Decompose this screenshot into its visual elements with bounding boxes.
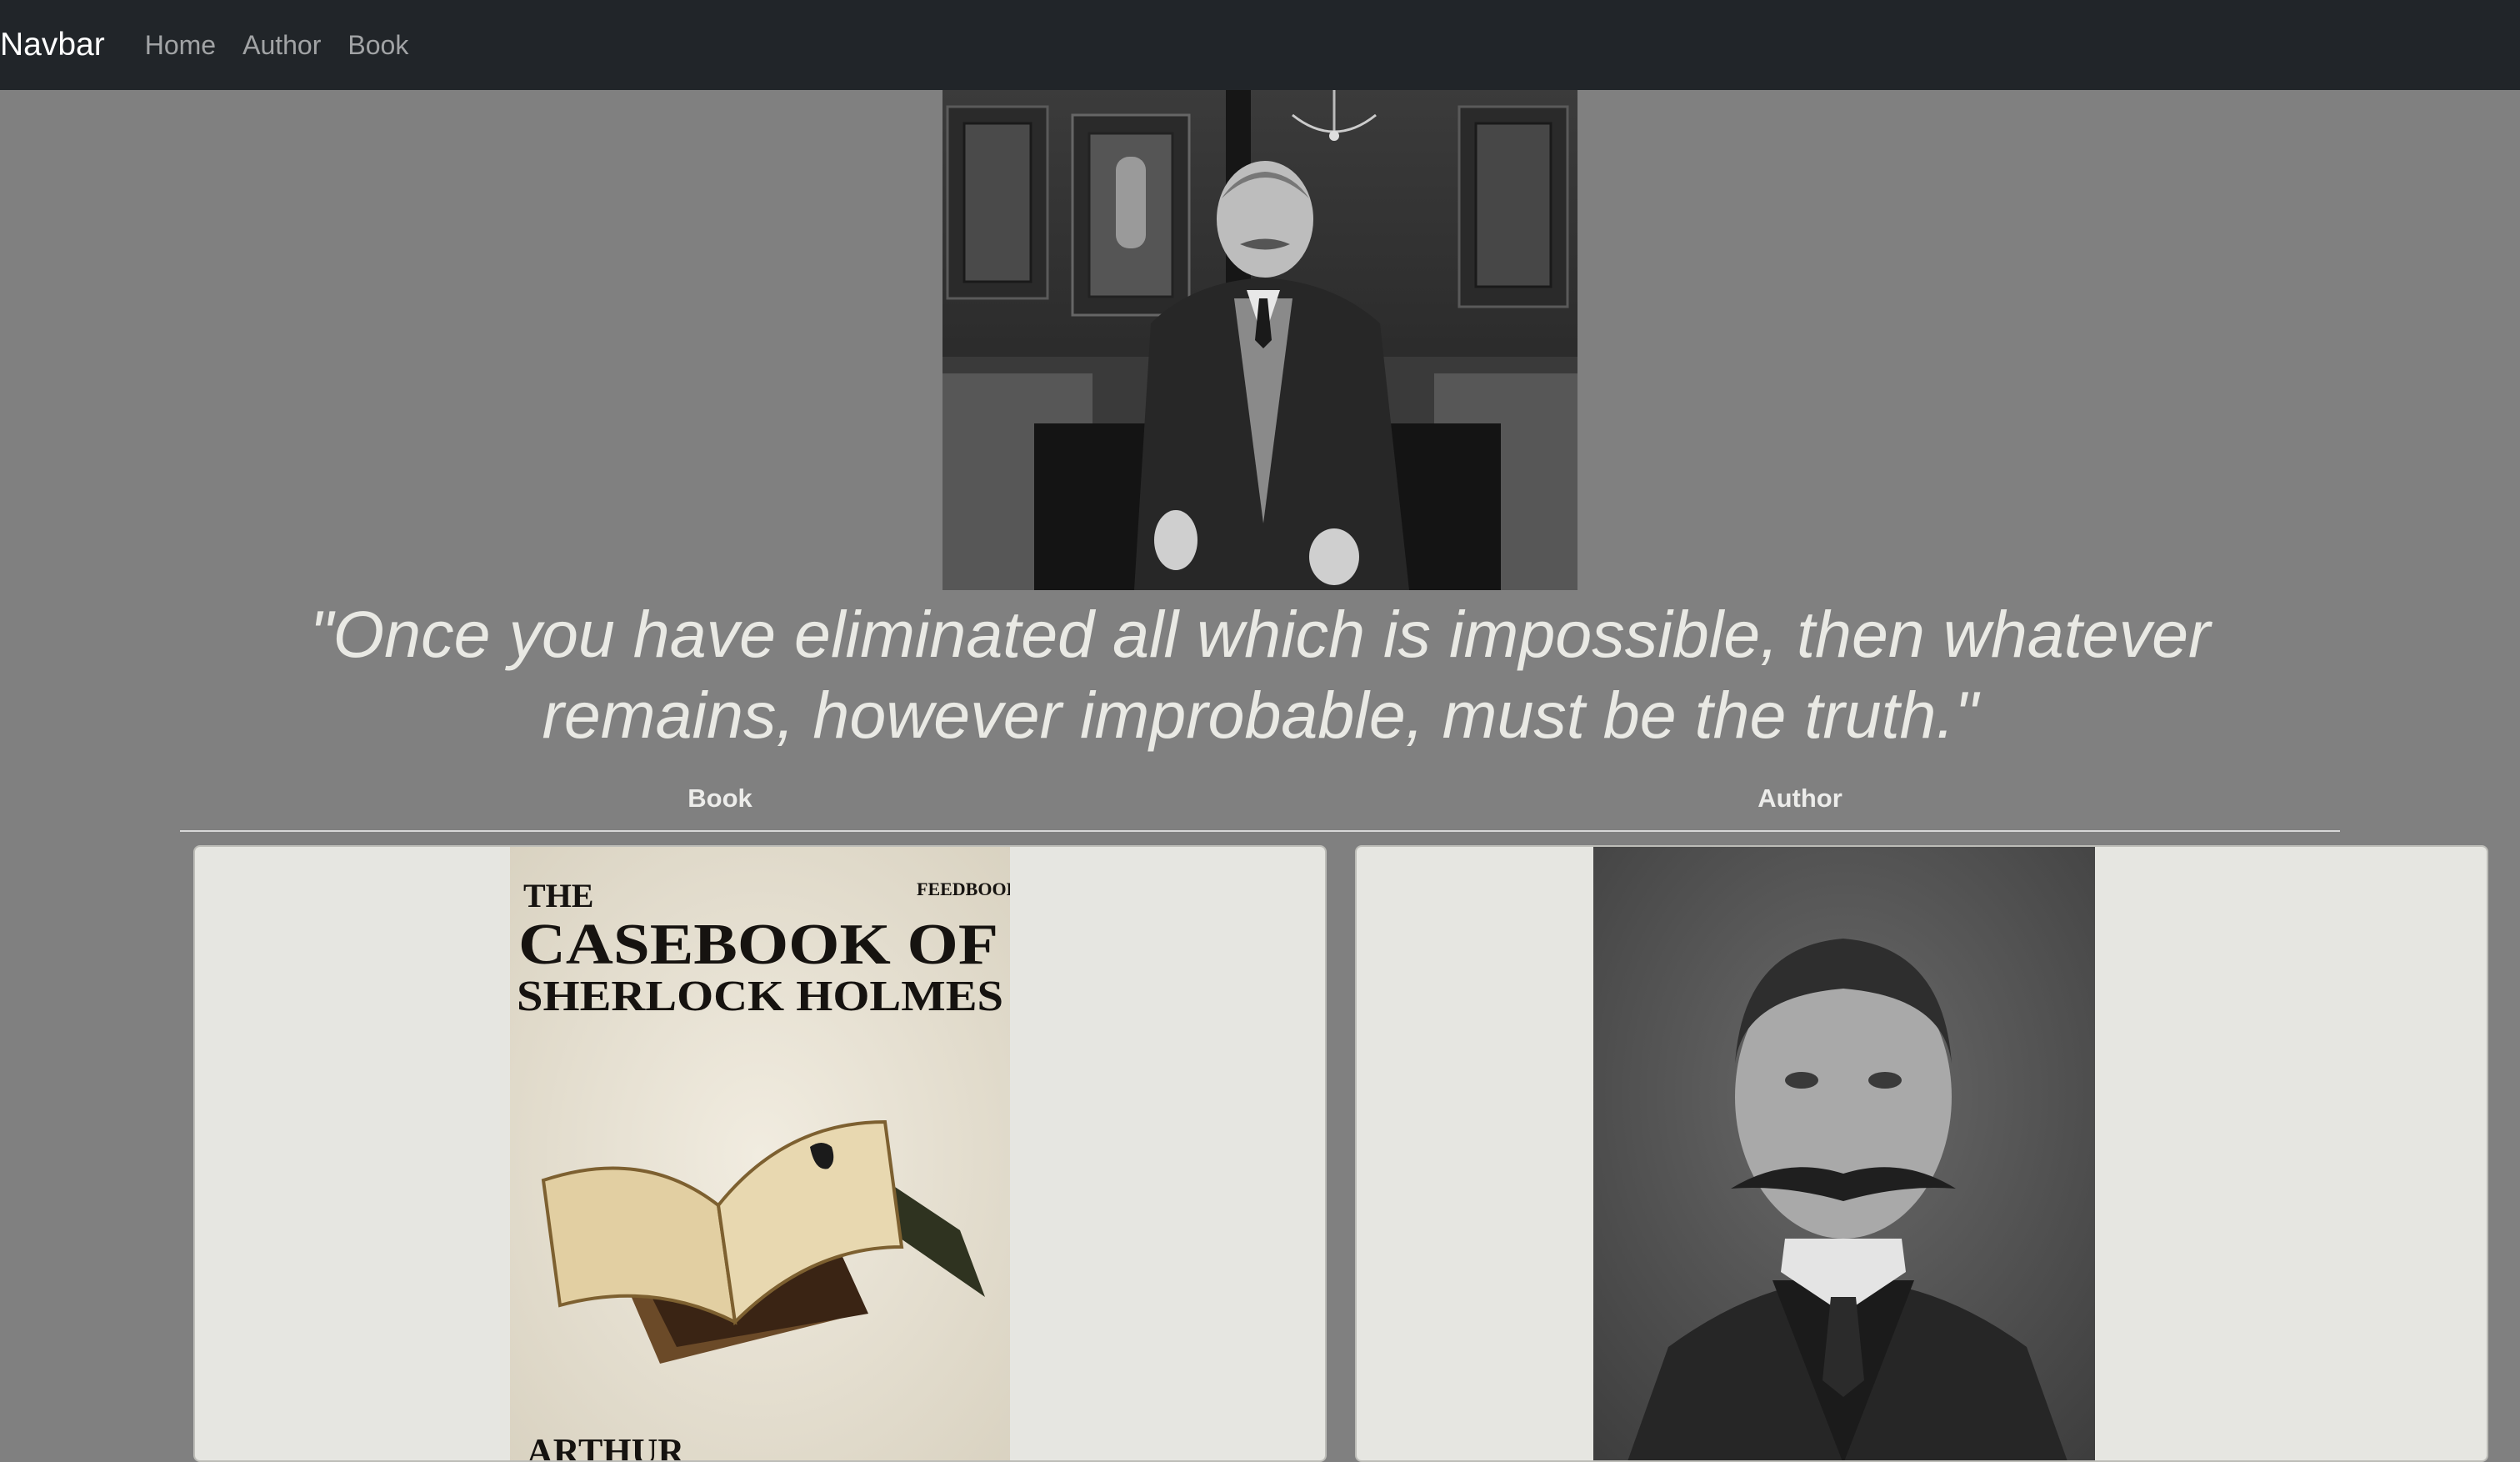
hero-photo-seated-author [942, 90, 1578, 590]
navbar: Navbar Home Author Book [0, 0, 2520, 90]
cover-author-partial: ARTHUR [527, 1431, 685, 1462]
book-card[interactable]: THE CASEBOOK OF SHERLOCK HOLMES FEEDBOOK… [193, 845, 1327, 1462]
cover-title-the: THE [523, 877, 593, 914]
section-tabs: Book Author [180, 777, 2340, 832]
nav-link-home[interactable]: Home [145, 30, 216, 61]
author-card[interactable] [1355, 845, 2488, 1462]
book-cover-image: THE CASEBOOK OF SHERLOCK HOLMES FEEDBOOK… [510, 847, 1010, 1462]
navbar-brand[interactable]: Navbar [0, 27, 105, 63]
author-quote: "Once you have eliminated all which is i… [309, 597, 2211, 752]
nav-link-author[interactable]: Author [242, 30, 321, 61]
tab-author[interactable]: Author [1260, 780, 2340, 817]
tab-book[interactable]: Book [180, 780, 1260, 817]
cover-publisher: FEEDBOOKS [917, 879, 1010, 899]
cover-title-casebook: CASEBOOK OF [518, 913, 998, 977]
author-portrait-image [1593, 847, 2095, 1460]
cover-title-sherlock: SHERLOCK HOLMES [517, 973, 1003, 1020]
nav-link-book[interactable]: Book [348, 30, 408, 61]
